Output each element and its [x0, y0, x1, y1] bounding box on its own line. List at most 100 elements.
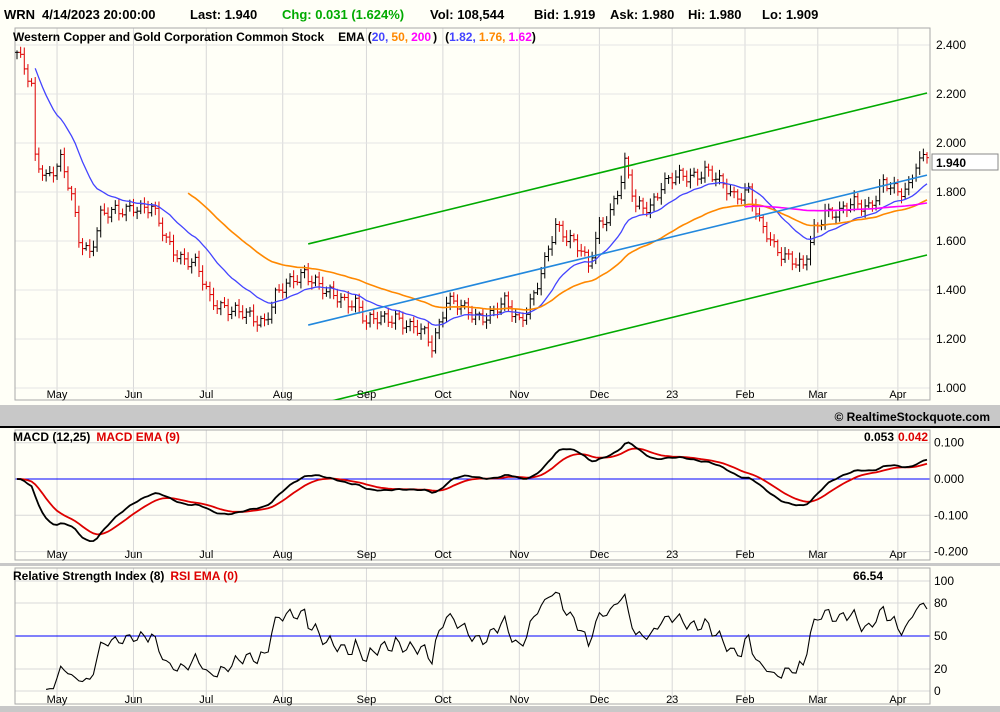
- price-bar: [775, 239, 780, 257]
- price-bar: [728, 184, 733, 197]
- price-bar: [400, 311, 405, 335]
- month-label-Dec: Dec: [590, 694, 610, 706]
- price-bar: [160, 217, 165, 242]
- price-bar: [368, 312, 373, 328]
- price-tick-label: 1.200: [936, 332, 966, 346]
- price-bar: [153, 201, 158, 216]
- price-panel: [14, 27, 931, 401]
- price-bar: [637, 196, 642, 210]
- month-label-Oct: Oct: [434, 694, 451, 706]
- price-bar: [273, 287, 278, 314]
- price-bar: [295, 275, 300, 286]
- price-bar: [433, 328, 438, 354]
- price-bar: [116, 198, 121, 221]
- price-tick-label: 2.200: [936, 87, 966, 101]
- month-label-Aug: Aug: [273, 549, 293, 561]
- price-bar: [444, 296, 449, 322]
- price-bar: [859, 199, 864, 216]
- price-bar: [579, 243, 584, 257]
- macd-signal-line: [17, 447, 928, 536]
- price-bar: [903, 182, 908, 200]
- price-bar: [793, 257, 798, 269]
- price-bar: [375, 311, 380, 330]
- month-label-23: 23: [666, 549, 678, 561]
- month-label-Jul: Jul: [199, 694, 213, 706]
- price-bar: [342, 293, 347, 301]
- price-bar: [604, 216, 609, 232]
- price-bar: [22, 47, 27, 75]
- macd-tick-label: 0.100: [934, 436, 964, 450]
- price-bar: [695, 168, 700, 186]
- month-label-Nov: Nov: [510, 549, 530, 561]
- copyright: © RealtimeStockquote.com: [834, 410, 990, 424]
- month-label-May: May: [47, 389, 68, 401]
- price-bar: [229, 306, 234, 320]
- price-bar: [702, 160, 707, 183]
- price-bar: [277, 284, 282, 293]
- price-title: Western Copper and Gold Corporation Comm…: [13, 30, 536, 44]
- price-bar: [892, 176, 897, 194]
- price-bar: [189, 258, 194, 274]
- price-bar: [18, 46, 23, 58]
- month-label-Oct: Oct: [434, 549, 451, 561]
- month-label-Feb: Feb: [736, 389, 755, 401]
- price-bar: [626, 156, 631, 179]
- price-bar: [539, 266, 544, 296]
- price-bar: [866, 196, 871, 209]
- price-bar: [167, 231, 172, 246]
- price-bar: [65, 166, 70, 191]
- price-bar: [291, 270, 296, 289]
- price-bar: [870, 200, 875, 212]
- price-bar: [371, 308, 376, 324]
- price-bar: [641, 197, 646, 215]
- price-bar: [146, 200, 151, 219]
- price-bar: [200, 265, 205, 291]
- price-bar: [411, 316, 416, 334]
- price-bar: [109, 206, 114, 223]
- price-bar: [222, 297, 227, 308]
- price-bar: [561, 220, 565, 243]
- price-bar: [138, 200, 143, 215]
- price-bar: [451, 292, 456, 305]
- price-bar: [247, 306, 252, 317]
- price-bar: [419, 323, 424, 340]
- price-bar: [258, 315, 263, 328]
- price-bar: [349, 300, 354, 311]
- rsi-value: 66.54: [853, 569, 883, 583]
- price-tick-label: 2.400: [936, 38, 966, 52]
- last-price-marker: 1.940: [936, 156, 966, 170]
- price-bar: [837, 201, 842, 222]
- price-bar: [779, 247, 784, 267]
- price-bar: [790, 251, 795, 271]
- price-bar: [269, 301, 274, 324]
- price-bar: [328, 284, 333, 299]
- price-bar: [568, 229, 573, 249]
- month-label-Apr: Apr: [889, 694, 906, 706]
- price-bar: [29, 78, 34, 87]
- price-tick-label: 1.000: [936, 381, 966, 395]
- price-bar: [834, 211, 838, 224]
- price-bar: [692, 167, 697, 178]
- month-label-Mar: Mar: [808, 549, 827, 561]
- price-bar: [218, 300, 223, 316]
- price-bar: [455, 294, 460, 316]
- price-bar: [102, 203, 107, 216]
- price-bar: [750, 183, 755, 212]
- price-bar: [557, 221, 562, 232]
- price-bar: [659, 182, 664, 205]
- price-bar: [670, 172, 675, 190]
- price-bar: [611, 195, 616, 216]
- price-bar: [630, 169, 635, 202]
- price-bar: [338, 293, 343, 309]
- price-bar: [531, 290, 536, 306]
- macd-title: MACD (12,25) MACD EMA (9): [13, 430, 180, 444]
- month-label-Jul: Jul: [199, 389, 213, 401]
- price-bar: [204, 281, 209, 290]
- price-bar: [386, 307, 391, 327]
- price-bar: [404, 320, 409, 334]
- price-bar: [415, 319, 420, 336]
- price-bar: [855, 193, 860, 209]
- month-label-Jun: Jun: [125, 389, 143, 401]
- price-bar: [925, 152, 929, 164]
- price-bar: [237, 299, 242, 319]
